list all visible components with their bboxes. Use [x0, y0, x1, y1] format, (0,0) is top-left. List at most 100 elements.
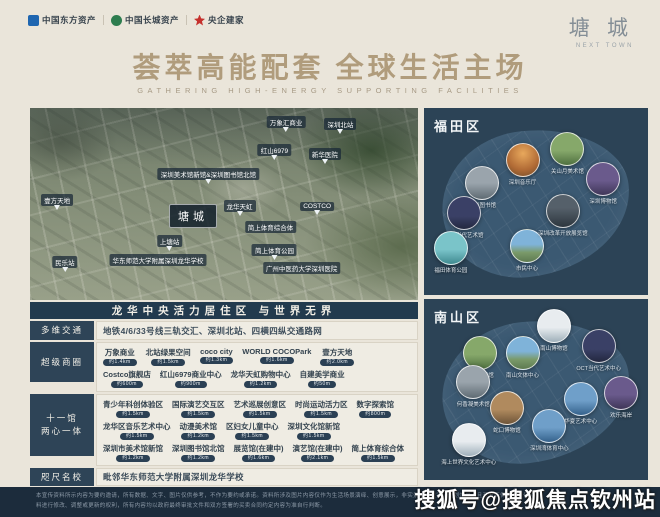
amenity-item: 北站绿果空间约1.5km: [146, 347, 191, 366]
item-line: 青少年科创体验区约1.5km 国际演艺交互区约1.5km 艺术巡展创意区约1.5km…: [103, 399, 411, 418]
item-line: 龙华区音乐艺术中心约1.5km动漫美术馆约1.2km区妇女儿童中心约1.5km深…: [103, 421, 411, 440]
distance-pill: 约800m: [359, 411, 391, 418]
amenity-name: 万象商业: [105, 347, 135, 358]
amenity-item: 数字探索馆约800m: [357, 399, 395, 418]
amenity-item: 自建美学商业约50m: [300, 369, 345, 388]
table-row: 多维交通地铁4/6/33号线三轨交汇、深圳北站、四横四纵交通路网: [30, 321, 418, 340]
venue-photo: [564, 382, 598, 416]
district-title: 福田区: [434, 116, 482, 135]
amenity-name: 青少年科创体验区: [103, 399, 163, 410]
amenity-item: 国际演艺交互区约1.5km: [172, 399, 225, 418]
venue-photo: [490, 391, 524, 425]
amenity-item: 壹方天地约2.0km: [320, 347, 354, 366]
amenity-name: 展览馆(在建中): [234, 443, 284, 454]
amenity-item: 艺术巡展创意区约1.5km: [234, 399, 287, 418]
distance-pill: 约1.2km: [116, 455, 150, 462]
map-marker-icon: [337, 129, 343, 137]
venue-photo: [434, 231, 468, 265]
distance-pill: 约900m: [175, 381, 207, 388]
venue-label: 蛇口博物馆: [493, 426, 521, 434]
table-row: 咫尺名校毗邻华东师范大学附属深圳龙华学校: [30, 468, 418, 486]
map-poi-label: 壹方天地: [41, 194, 73, 206]
distance-pill: 约1.6km: [242, 455, 276, 462]
amenity-item: 简上体育综合体约1.5km: [352, 443, 405, 462]
map-poi-label: 广州中医药大学深圳医院: [263, 262, 341, 274]
venue-label: 何香凝美术馆: [457, 400, 490, 408]
distance-pill: 约1.3km: [200, 357, 234, 364]
china-greatwall-asset-logo-icon: [111, 15, 122, 26]
row-category-label: 超级商圈: [30, 342, 94, 382]
map-poi-label: 万象汇商业: [267, 116, 306, 128]
row-text: 毗邻华东师范大学附属深圳龙华学校: [103, 471, 411, 483]
distance-pill: 约1.5km: [361, 455, 395, 462]
venue-photo: [586, 162, 620, 196]
amenity-name: 自建美学商业: [300, 369, 345, 380]
map-marker-icon: [322, 159, 328, 167]
amenity-item: 万象商业约1.4km: [103, 347, 137, 366]
map-poi-label: 深圳北站: [324, 118, 356, 130]
district-map-nanshan: 南山区南山博物馆南山文体中心OCT当代艺术中心南山图书馆何香凝美术馆蛇口博物馆海…: [424, 299, 648, 480]
amenity-name: 动漫美术馆: [180, 421, 218, 432]
amenity-name: Costco旗舰店: [103, 369, 151, 380]
item-line: Costco旗舰店约600m 红山6979商业中心约900m 龙华天虹购物中心约1.…: [103, 369, 411, 388]
amenity-item: 动漫美术馆约1.2km: [180, 421, 218, 440]
amenity-name: 深圳图书馆北馆: [172, 443, 225, 454]
venue-photo: [537, 309, 571, 343]
amenity-name: 壹方天地: [322, 347, 352, 358]
amenity-item: coco city约1.3km: [200, 347, 234, 364]
map-poi-label: 红山6979: [258, 144, 291, 156]
amenity-name: 演艺馆(在建中): [293, 443, 343, 454]
amenity-name: 红山6979商业中心: [160, 369, 222, 380]
venue-photo: [550, 132, 584, 166]
district-map-futian: 福田区深圳音乐厅深圳图书馆深圳当代艺术馆福田体育公园市民中心关山月美术馆深圳博物…: [424, 108, 648, 295]
map-poi-label: 深圳美术馆新馆&深圳图书馆北馆: [158, 168, 259, 180]
venue-label: 深圳改革开放展览馆: [538, 229, 588, 237]
page-title: 荟萃高能配套 全球生活主场: [0, 46, 660, 86]
row-content: 地铁4/6/33号线三轨交汇、深圳北站、四横四纵交通路网: [96, 321, 418, 340]
map-marker-icon: [283, 127, 289, 135]
venue-label: 市民中心: [516, 264, 538, 272]
venue-photo: [506, 336, 540, 370]
map-marker-icon: [237, 211, 243, 219]
amenity-name: 区妇女儿童中心: [226, 421, 279, 432]
amenity-item: 龙华天虹购物中心约1.2km: [231, 369, 291, 388]
venue-label: 福田体育公园: [434, 266, 467, 274]
distance-pill: 约1.5km: [243, 411, 277, 418]
china-greatwall-asset-logo: 中国长城资产: [111, 14, 179, 26]
item-line: 深圳市美术馆新馆约1.2km深圳图书馆北馆约1.2km展览馆(在建中)约1.6k…: [103, 443, 411, 462]
venue-label: 深圳博物馆: [589, 197, 617, 205]
distance-pill: 约1.6km: [260, 357, 294, 364]
distance-pill: 约2.1km: [301, 455, 335, 462]
map-poi-label: COSTCO: [300, 202, 334, 211]
venue-label: 深圳音乐厅: [509, 178, 537, 186]
logo-label: 央企建家: [208, 14, 244, 26]
amenity-name: coco city: [200, 347, 233, 356]
distance-pill: 约1.5km: [297, 433, 331, 440]
map-marker-icon: [54, 205, 60, 213]
venue-photo: [506, 143, 540, 177]
distance-pill: 约1.5km: [304, 411, 338, 418]
district-title: 南山区: [434, 307, 482, 326]
distance-pill: 约1.4km: [103, 359, 137, 366]
distance-pill: 约50m: [308, 381, 337, 388]
map-marker-icon: [62, 267, 68, 275]
row-content: 毗邻华东师范大学附属深圳龙华学校: [96, 468, 418, 486]
distance-pill: 约1.5km: [120, 433, 154, 440]
venue-photo: [532, 409, 566, 443]
row-category-label: 多维交通: [30, 321, 94, 340]
amenity-item: 时尚运动活力区约1.5km: [295, 399, 348, 418]
map-poi-label: 华东师范大学附属深圳龙华学校: [110, 254, 207, 266]
venue-photo: [456, 365, 490, 399]
table-row: 超级商圈万象商业约1.4km 北站绿果空间约1.5km coco city约1.3k…: [30, 342, 418, 392]
page-subtitle-en: GATHERING HIGH-ENERGY SUPPORTING FACILIT…: [0, 86, 660, 95]
amenity-name: 时尚运动活力区: [295, 399, 348, 410]
item-line: 万象商业约1.4km北站绿果空间约1.5kmcoco city约1.3kmWOR…: [103, 347, 411, 366]
venue-label: 南山文体中心: [506, 371, 539, 379]
distance-pill: 约1.2km: [244, 381, 278, 388]
amenity-name: 深圳文化馆新馆: [288, 421, 341, 432]
map-poi-label: 龙华天虹: [224, 200, 256, 212]
page: 中国东方资产中国长城资产央企建家 塘 城 NEXT TOWN 荟萃高能配套 全球…: [0, 0, 660, 517]
amenity-name: 龙华天虹购物中心: [231, 369, 291, 380]
amenity-item: Costco旗舰店约600m: [103, 369, 151, 388]
map-poi-label: 简上体育综合体: [245, 221, 297, 233]
